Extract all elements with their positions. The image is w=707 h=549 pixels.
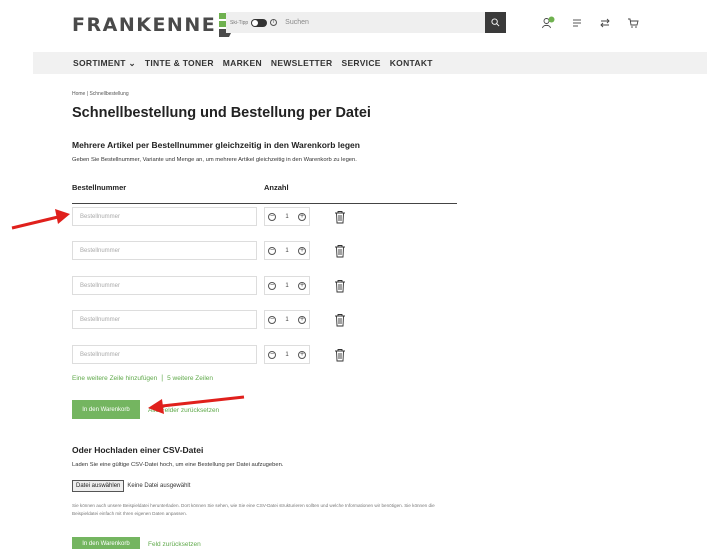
red-arrow-icon: [148, 395, 245, 414]
annotation-arrows: [11, 209, 245, 414]
red-arrow-icon: [11, 209, 70, 230]
